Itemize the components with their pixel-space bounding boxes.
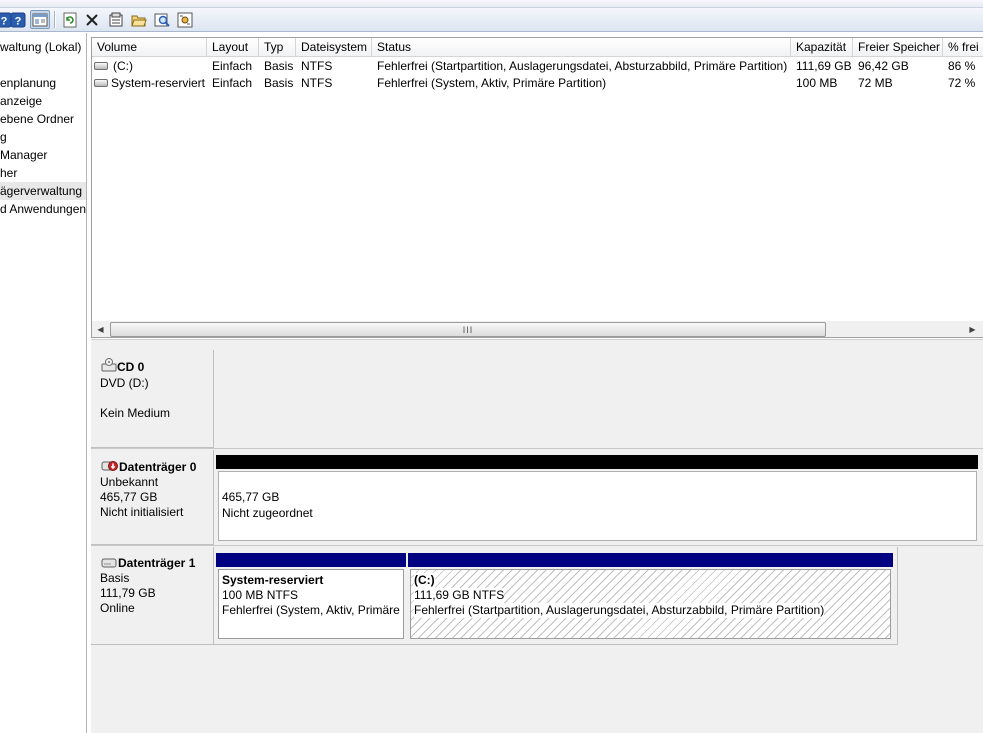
scrollbar-thumb[interactable]: III <box>110 322 826 337</box>
help-icon[interactable]: ? <box>8 10 28 29</box>
volume-list-header: Volume Layout Typ Dateisystem Status Kap… <box>92 38 983 57</box>
show-hide-icon[interactable] <box>30 10 50 29</box>
disk-label-cd0[interactable]: CD 0 DVD (D:) Kein Medium <box>91 350 214 448</box>
volume-name: (C:) <box>113 59 133 73</box>
partition-size: 111,69 GB NTFS <box>414 588 505 603</box>
partition-name: (C:) <box>414 573 435 588</box>
svg-text:?: ? <box>15 15 22 27</box>
disk-size: 465,77 GB <box>100 490 158 504</box>
disk-status: Kein Medium <box>100 406 171 420</box>
tree-item-performance[interactable]: g <box>0 128 7 146</box>
table-row[interactable]: (C:) Einfach Basis NTFS Fehlerfrei (Star… <box>92 58 983 75</box>
disk-status: Nicht initialisiert <box>100 505 184 519</box>
status-cell: Fehlerfrei (Startpartition, Auslagerungs… <box>377 59 788 73</box>
column-header-layout[interactable]: Layout <box>207 38 259 57</box>
layout-cell: Einfach <box>212 59 253 73</box>
partition-bar-system-reserved <box>216 553 406 567</box>
typ-cell: Basis <box>264 76 294 90</box>
disk-name: Datenträger 0 <box>119 460 197 474</box>
column-header-volume[interactable]: Volume <box>92 38 207 57</box>
prozent-frei-cell: 86 % <box>948 59 976 73</box>
column-header-typ[interactable]: Typ <box>259 38 296 57</box>
disk-label-disk1[interactable]: Datenträger 1 Basis 111,79 GB Online <box>91 547 214 645</box>
disk-type: Basis <box>100 571 130 585</box>
disk-name: Datenträger 1 <box>118 556 196 570</box>
tree-item-shared-folders[interactable]: ebene Ordner <box>0 110 74 128</box>
unallocated-bar <box>216 455 978 469</box>
tree-item-device-manager[interactable]: Manager <box>0 146 47 164</box>
cd-drive-icon <box>101 358 117 375</box>
disk-warning-icon <box>101 458 119 475</box>
drive-icon <box>94 78 108 87</box>
tree-item-services-applications[interactable]: d Anwendungen <box>0 200 86 218</box>
disk-graphical-view: CD 0 DVD (D:) Kein Medium Datenträger 0 … <box>91 347 983 733</box>
svg-text:?: ? <box>1 15 8 27</box>
disk-area-disk1: System-reserviert 100 MB NTFS Fehlerfrei… <box>214 547 898 645</box>
table-row[interactable]: System-reserviert Einfach Basis NTFS Feh… <box>92 75 983 92</box>
column-header-dateisystem[interactable]: Dateisystem <box>296 38 372 57</box>
typ-cell: Basis <box>264 59 294 73</box>
horizontal-scrollbar[interactable]: ◀ III ▶ <box>92 321 983 337</box>
disk-area-cd0 <box>214 350 983 448</box>
freier-speicher-cell: 72 MB <box>858 76 893 90</box>
column-header-status[interactable]: Status <box>372 38 791 57</box>
layout-cell: Einfach <box>212 76 253 90</box>
disk-area-disk0: 465,77 GB Nicht zugeordnet <box>214 450 983 545</box>
dateisystem-cell: NTFS <box>301 76 333 90</box>
tree-item-disk-management[interactable]: ägerverwaltung <box>0 182 86 200</box>
kapazitaet-cell: 111,69 GB <box>796 59 852 73</box>
disk-status: Online <box>100 601 135 615</box>
partition-c[interactable]: (C:) 111,69 GB NTFS Fehlerfrei (Startpar… <box>410 569 891 639</box>
freier-speicher-cell: 96,42 GB <box>858 59 909 73</box>
partition-system-reserved[interactable]: System-reserviert 100 MB NTFS Fehlerfrei… <box>218 569 404 639</box>
drive-icon <box>94 61 108 70</box>
toolbar: ? ? <box>0 8 983 32</box>
properties-icon[interactable] <box>106 10 126 29</box>
settings-icon[interactable] <box>175 10 195 29</box>
partition-size: 100 MB NTFS <box>222 588 299 602</box>
pane-splitter[interactable] <box>91 339 983 347</box>
partition-status: Nicht zugeordnet <box>222 506 313 520</box>
partition-status: Fehlerfrei (System, Aktiv, Primäre <box>222 603 400 617</box>
tree-item-disk-management-root[interactable]: waltung (Lokal) <box>0 38 81 56</box>
prozent-frei-cell: 72 % <box>948 76 976 90</box>
partition-status: Fehlerfrei (Startpartition, Auslagerungs… <box>414 603 825 618</box>
disk-type: DVD (D:) <box>100 376 149 390</box>
scrollbar-grip: III <box>462 324 474 335</box>
volume-list: Volume Layout Typ Dateisystem Status Kap… <box>91 37 983 338</box>
kapazitaet-cell: 100 MB <box>796 76 838 90</box>
scroll-right-arrow-icon[interactable]: ▶ <box>964 321 981 337</box>
volume-name: System-reserviert <box>111 76 206 90</box>
partition-size: 465,77 GB <box>222 490 280 504</box>
column-header-kapazitaet[interactable]: Kapazität <box>791 38 853 57</box>
disk-name: CD 0 <box>117 360 145 374</box>
disk-label-disk0[interactable]: Datenträger 0 Unbekannt 465,77 GB Nicht … <box>91 450 214 545</box>
tree-item-event-viewer[interactable]: anzeige <box>0 92 42 110</box>
partition-name: System-reserviert <box>222 573 324 587</box>
column-header-prozent-frei[interactable]: % frei <box>943 38 983 57</box>
tree-item-storage[interactable]: her <box>0 164 17 182</box>
scroll-left-arrow-icon[interactable]: ◀ <box>92 321 109 337</box>
partition-unallocated[interactable]: 465,77 GB Nicht zugeordnet <box>218 471 977 541</box>
title-strip <box>0 0 983 8</box>
status-cell: Fehlerfrei (System, Aktiv, Primäre Parti… <box>377 76 607 90</box>
disk-type: Unbekannt <box>100 475 159 489</box>
delete-icon[interactable] <box>82 10 102 29</box>
navigation-tree: waltung (Lokal) enplanung anzeige ebene … <box>0 33 87 733</box>
refresh-icon[interactable] <box>60 10 80 29</box>
disk-drive-icon <box>101 557 117 572</box>
tree-item-task-scheduler[interactable]: enplanung <box>0 74 56 92</box>
column-header-freier-speicher[interactable]: Freier Speicher <box>853 38 943 57</box>
open-icon[interactable] <box>129 10 149 29</box>
dateisystem-cell: NTFS <box>301 59 333 73</box>
partition-bar-c <box>408 553 893 567</box>
explore-icon[interactable] <box>152 10 172 29</box>
disk-size: 111,79 GB <box>100 586 156 600</box>
